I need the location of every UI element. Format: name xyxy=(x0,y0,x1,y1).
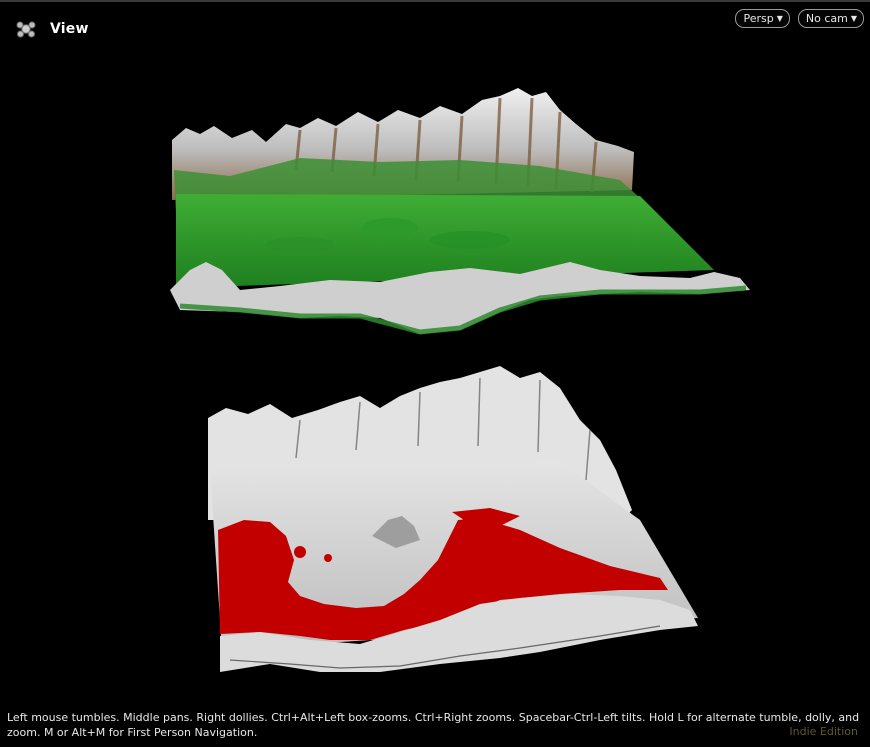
edition-label: Indie Edition xyxy=(789,725,858,738)
navigation-hint: Left mouse tumbles. Middle pans. Right d… xyxy=(7,711,860,739)
3d-viewport-canvas[interactable] xyxy=(0,0,870,747)
terrain-colored-mesh xyxy=(170,88,750,335)
terrain-mask-mesh xyxy=(208,366,698,672)
